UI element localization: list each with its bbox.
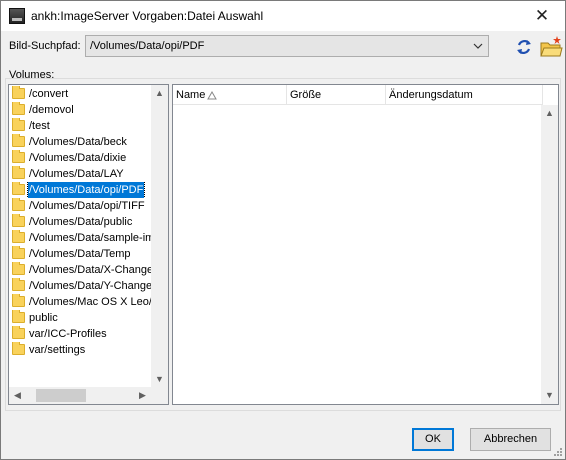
horizontal-scroll-thumb[interactable] — [36, 389, 86, 402]
volume-label: /Volumes/Data/beck — [29, 136, 127, 148]
refresh-icon[interactable] — [512, 35, 536, 59]
volume-list-item[interactable]: /Volumes/Data/X-Change — [9, 262, 151, 278]
scroll-left-arrow-icon[interactable]: ◀ — [9, 387, 26, 404]
window-title: ankh:ImageServer Vorgaben:Datei Auswahl — [31, 9, 264, 23]
volume-label: public — [29, 312, 58, 324]
volume-label: /Volumes/Data/public — [29, 216, 133, 228]
close-button[interactable]: ✕ — [519, 1, 565, 31]
volume-label: /test — [29, 120, 50, 132]
search-path-label: Bild-Suchpfad: — [9, 40, 81, 52]
volume-list-item[interactable]: /Volumes/Data/beck — [9, 134, 151, 150]
volume-list-item[interactable]: /Volumes/Data/LAY — [9, 166, 151, 182]
ok-button[interactable]: OK — [412, 428, 454, 451]
volume-label: /Volumes/Data/sample-im — [29, 232, 151, 244]
column-header-name[interactable]: Name — [173, 85, 287, 105]
volume-label: var/settings — [29, 344, 86, 356]
volume-label: /Volumes/Data/opi/PDF — [26, 182, 146, 198]
scrollbar-corner — [151, 387, 168, 404]
volumes-horizontal-scrollbar[interactable]: ◀ ▶ — [9, 387, 151, 404]
sort-ascending-icon — [207, 91, 217, 100]
column-header-modified-label: Änderungsdatum — [389, 89, 473, 101]
volume-label: /Volumes/Data/Y-Change — [29, 280, 151, 292]
folder-icon — [12, 102, 25, 115]
folder-icon — [12, 278, 25, 291]
volume-list-item[interactable]: /Volumes/Data/opi/PDF — [9, 182, 151, 198]
folder-icon — [12, 230, 25, 243]
volume-list-item[interactable]: /Volumes/Data/public — [9, 214, 151, 230]
scroll-right-arrow-icon[interactable]: ▶ — [134, 387, 151, 404]
scroll-up-arrow-icon[interactable]: ▲ — [151, 85, 168, 102]
scroll-down-arrow-icon[interactable]: ▼ — [541, 387, 558, 404]
volume-label: /demovol — [29, 104, 74, 116]
folder-icon — [12, 246, 25, 259]
folder-icon — [12, 86, 25, 99]
volume-label: /Volumes/Mac OS X Leo/I — [29, 296, 151, 308]
volume-list-item[interactable]: /Volumes/Data/Temp — [9, 246, 151, 262]
folder-icon — [12, 198, 25, 211]
search-path-value: /Volumes/Data/opi/PDF — [90, 40, 205, 52]
cancel-button[interactable]: Abbrechen — [470, 428, 551, 451]
volume-list-item[interactable]: var/ICC-Profiles — [9, 326, 151, 342]
volume-label: var/ICC-Profiles — [29, 328, 107, 340]
scroll-down-arrow-icon[interactable]: ▼ — [151, 371, 168, 388]
column-header-size-label: Größe — [290, 89, 322, 101]
column-header-modified[interactable]: Änderungsdatum — [386, 85, 543, 105]
volumes-list[interactable]: /convert/demovol/test/Volumes/Data/beck /… — [8, 84, 169, 405]
folder-icon — [12, 182, 25, 195]
files-vertical-scrollbar[interactable]: ▲ ▼ — [541, 105, 558, 404]
volume-list-item[interactable]: /demovol — [9, 102, 151, 118]
folder-icon — [12, 294, 25, 307]
folder-icon — [12, 166, 25, 179]
volume-label: /Volumes/Data/Temp — [29, 248, 131, 260]
volume-list-item[interactable]: /Volumes/Data/dixie — [9, 150, 151, 166]
volume-list-item[interactable]: public — [9, 310, 151, 326]
volume-list-item[interactable]: /Volumes/Data/Y-Change — [9, 278, 151, 294]
file-list[interactable]: Name Größe Änderungsdatum ▲ ▼ — [172, 84, 559, 405]
volume-label: /convert — [29, 88, 69, 100]
folder-icon — [12, 310, 25, 323]
volume-label: /Volumes/Data/X-Change — [29, 264, 151, 276]
title-bar[interactable]: ankh:ImageServer Vorgaben:Datei Auswahl … — [1, 1, 565, 31]
column-header-size[interactable]: Größe — [287, 85, 386, 105]
volume-list-item[interactable]: /Volumes/Data/sample-im — [9, 230, 151, 246]
app-icon — [9, 8, 25, 24]
folder-icon — [12, 118, 25, 131]
folder-icon — [12, 150, 25, 163]
volume-list-item[interactable]: /convert — [9, 86, 151, 102]
folder-icon — [12, 342, 25, 355]
folder-icon — [12, 134, 25, 147]
volume-list-item[interactable]: var/settings — [9, 342, 151, 358]
folder-icon — [12, 262, 25, 275]
volume-label: /Volumes/Data/dixie — [29, 152, 127, 164]
column-header-name-label: Name — [176, 89, 206, 101]
file-selection-dialog: ankh:ImageServer Vorgaben:Datei Auswahl … — [0, 0, 566, 460]
scroll-up-arrow-icon[interactable]: ▲ — [541, 105, 558, 122]
folder-icon — [12, 214, 25, 227]
chevron-down-icon — [473, 43, 483, 49]
volumes-list-items: /convert/demovol/test/Volumes/Data/beck /… — [9, 86, 151, 358]
folder-icon — [12, 326, 25, 339]
search-path-dropdown[interactable]: /Volumes/Data/opi/PDF — [85, 35, 489, 57]
volume-label: /Volumes/Data/opi/TIFF — [29, 200, 145, 212]
volume-list-item[interactable]: /test — [9, 118, 151, 134]
volume-list-item[interactable]: /Volumes/Data/opi/TIFF — [9, 198, 151, 214]
new-folder-icon[interactable] — [539, 35, 563, 59]
volume-list-item[interactable]: /Volumes/Mac OS X Leo/I — [9, 294, 151, 310]
volumes-vertical-scrollbar[interactable]: ▲ ▼ — [151, 85, 168, 388]
volume-label: /Volumes/Data/LAY — [29, 168, 124, 180]
resize-grip-icon[interactable] — [553, 447, 563, 457]
